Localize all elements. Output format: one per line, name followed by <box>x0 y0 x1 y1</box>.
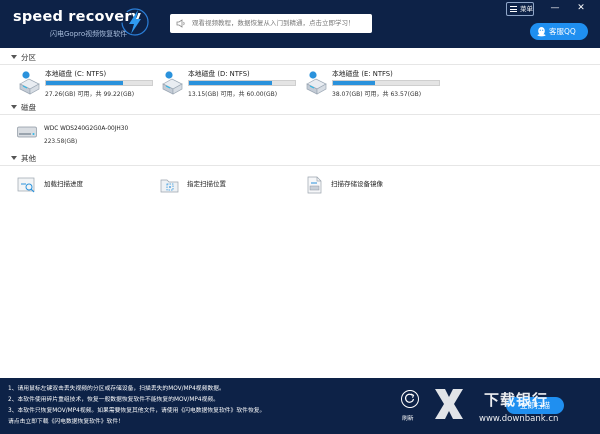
watermark-logo-icon <box>435 389 463 419</box>
lightning-logo-icon <box>121 8 149 36</box>
load-progress-icon <box>17 177 35 193</box>
customer-service-qq-button[interactable]: 客服QQ <box>530 23 588 40</box>
section-divider <box>0 114 600 115</box>
drive-d[interactable]: 本地磁盘 (D: NTFS) 13.15(GB) 可用，共 60.00(GB) <box>160 66 296 102</box>
physical-disk-item[interactable]: WDC WDS240G2G0A-00JH30 223.58(GB) <box>17 123 157 151</box>
scan-device-image-item[interactable]: 扫描存储设备镜像 <box>304 174 424 194</box>
menu-button[interactable]: 菜单 <box>506 2 534 16</box>
other-item-label: 加载扫描进度 <box>44 180 83 188</box>
load-scan-progress-item[interactable]: 加载扫描进度 <box>17 174 127 194</box>
drive-name: 本地磁盘 (D: NTFS) <box>188 70 250 78</box>
speaker-icon <box>176 19 185 28</box>
hard-drive-icon <box>306 71 327 95</box>
drive-usage-text: 13.15(GB) 可用，共 60.00(GB) <box>188 91 278 98</box>
section-divider <box>0 165 600 166</box>
app-subtitle: 闪电Gopro视频恢复软件 <box>50 30 128 38</box>
collapse-caret-icon <box>11 156 17 160</box>
refresh-label: 刷新 <box>402 416 414 422</box>
collapse-caret-icon <box>11 105 17 109</box>
tip-line-1: 1、请用鼠标左键双击丢失视频的分区或存储设备，扫描丢失的MOV/MP4视频数据。 <box>8 386 225 392</box>
app-header: speed recovery 闪电Gopro视频恢复软件 观看视频教程，数据恢复… <box>0 0 600 48</box>
disk-size: 223.58(GB) <box>44 139 78 145</box>
collapse-caret-icon <box>11 55 17 59</box>
drive-usage-bar <box>188 80 296 86</box>
refresh-icon <box>404 393 415 403</box>
drive-name: 本地磁盘 (C: NTFS) <box>45 70 107 78</box>
partition-section-title: 分区 <box>11 53 36 63</box>
menu-label: 菜单 <box>520 5 533 13</box>
disk-image-icon <box>307 176 322 194</box>
other-item-label: 指定扫描位置 <box>187 180 226 188</box>
drive-name: 本地磁盘 (E: NTFS) <box>332 70 393 78</box>
scan-location-icon <box>160 179 179 193</box>
qq-label: 客服QQ <box>549 27 576 36</box>
drive-usage-bar <box>332 80 440 86</box>
notice-text: 观看视频教程，数据恢复从入门到精通，点击立即学习！ <box>192 19 355 27</box>
download-link[interactable]: 请点击立即下载《闪电数据恢复软件》软件！ <box>8 416 124 425</box>
drive-usage-text: 27.26(GB) 可用，共 99.22(GB) <box>45 91 135 98</box>
close-button[interactable]: ✕ <box>574 2 588 16</box>
hard-drive-icon <box>19 71 40 95</box>
drive-usage-bar <box>45 80 153 86</box>
drive-e[interactable]: 本地磁盘 (E: NTFS) 38.07(GB) 可用，共 63.57(GB) <box>304 66 440 102</box>
specify-scan-location-item[interactable]: 指定扫描位置 <box>160 174 270 194</box>
disk-model: WDC WDS240G2G0A-00JH30 <box>44 126 129 132</box>
section-divider <box>0 64 600 65</box>
qq-icon <box>537 27 546 37</box>
tip-line-2: 2、本软件使用碎片重组技术，恢复一般数据恢复软件不能恢复的MOV/MP4视频。 <box>8 397 219 403</box>
disk-section-title: 磁盘 <box>11 103 36 113</box>
drive-usage-text: 38.07(GB) 可用，共 63.57(GB) <box>332 91 422 98</box>
watermark-url: www.downbank.cn <box>479 414 559 424</box>
hard-drive-icon <box>162 71 183 95</box>
physical-disk-icon <box>17 126 37 138</box>
watermark-text: 下载银行 <box>484 391 549 409</box>
other-item-label: 扫描存储设备镜像 <box>331 180 383 188</box>
tip-line-3: 3、本软件只恢复MOV/MP4视频。如果需要恢复其他文件，请使用《闪电数据恢复软… <box>8 408 266 414</box>
minimize-button[interactable]: — <box>548 2 562 16</box>
refresh-button[interactable] <box>401 390 419 408</box>
drive-c[interactable]: 本地磁盘 (C: NTFS) 27.26(GB) 可用，共 99.22(GB) <box>17 66 153 102</box>
other-section-title: 其他 <box>11 154 36 164</box>
menu-icon <box>510 6 517 12</box>
tutorial-notice-bar[interactable]: 观看视频教程，数据恢复从入门到精通，点击立即学习！ <box>170 14 372 33</box>
